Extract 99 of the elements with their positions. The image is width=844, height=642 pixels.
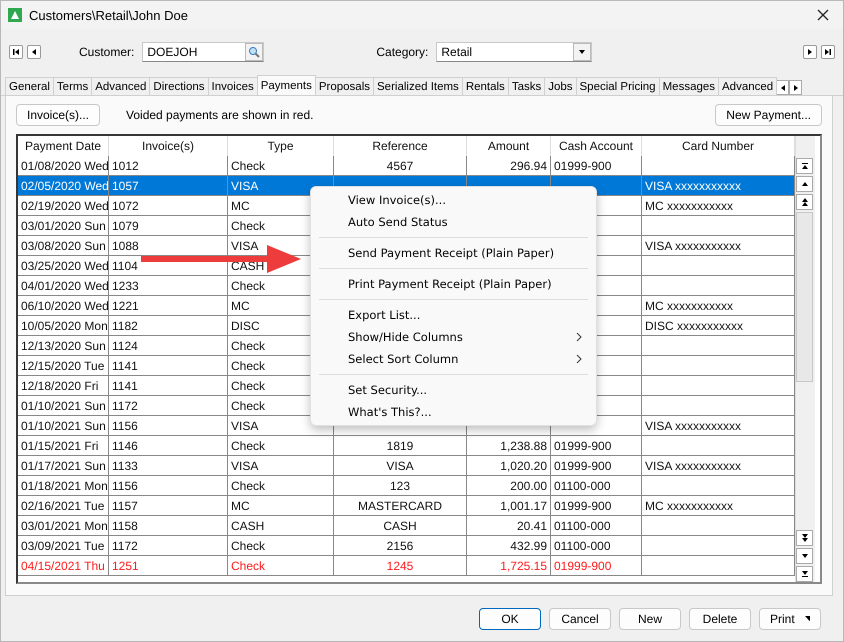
invoice-cell: 1233 [112,278,139,292]
date-cell: 03/08/2020 Sun [21,238,106,252]
reference-cell: VISA [386,458,414,472]
date-cell: 02/16/2021 Tue [21,498,104,512]
type-cell: Check [231,438,266,452]
reference-cell: 4567 [386,158,414,172]
invoice-cell: 1133 [112,458,138,472]
account-cell: 01100-000 [554,518,610,532]
amount-cell: 1,001.17 [500,498,547,512]
date-cell: 02/05/2020 Wed [21,178,108,192]
reference-cell: 1819 [386,438,414,452]
invoice-cell: 1079 [112,218,139,232]
card-number-cell: VISA xxxxxxxxxxx [645,418,742,432]
amount-cell: 1,238.88 [500,438,547,452]
amount-cell: 200.00 [510,478,547,492]
amount-cell: 1,725.15 [500,558,547,572]
date-cell: 01/18/2021 Mon [21,478,108,492]
date-cell: 06/10/2020 Wed [21,298,108,312]
date-cell: 01/17/2021 Sun [21,458,106,472]
date-cell: 04/01/2020 Wed [21,278,108,292]
date-cell: 12/15/2020 Tue [21,358,104,372]
type-cell: Check [231,398,266,412]
card-number-cell: DISC xxxxxxxxxxx [645,318,744,332]
date-cell: 03/25/2020 Wed [21,258,108,272]
customer-label: Customer: [79,45,134,59]
date-cell: 04/15/2021 Thu [21,558,105,572]
type-cell: Check [231,378,266,392]
invoice-cell: 1157 [112,498,138,512]
account-cell: 01999-900 [554,458,612,472]
date-cell: 03/09/2021 Tue [21,538,104,552]
type-cell: CASH [231,518,264,532]
window-title: Customers\Retail\John Doe [29,8,189,22]
type-cell: Check [231,218,266,232]
invoice-cell: 1012 [112,158,139,172]
voided-note: Voided payments are shown in red. [126,108,314,122]
type-cell: Check [231,278,266,292]
reference-cell: MASTERCARD [358,498,442,512]
type-cell: VISA [231,418,258,432]
account-cell: 01100-000 [554,538,610,552]
invoice-cell: 1251 [112,558,139,572]
type-cell: VISA [231,458,258,472]
account-cell: 01999-900 [554,498,612,512]
account-cell: 01999-900 [554,558,612,572]
type-cell: Check [231,538,266,552]
invoice-cell: 1156 [112,418,138,432]
type-cell: MC [231,198,250,212]
reference-cell: 1245 [386,558,414,572]
type-cell: VISA [231,238,258,252]
invoice-cell: 1104 [112,258,138,272]
type-cell: MC [231,298,250,312]
invoice-cell: 1156 [112,478,138,492]
invoice-cell: 1221 [112,298,139,312]
account-cell: 01999-900 [554,158,612,172]
type-cell: Check [231,158,266,172]
invoice-cell: 1141 [112,378,138,392]
invoice-cell: 1172 [112,398,138,412]
date-cell: 01/08/2020 Wed [21,158,108,172]
category-label: Category: [376,45,428,59]
card-number-cell: VISA xxxxxxxxxxx [645,458,742,472]
type-cell: Check [231,478,266,492]
reference-cell: CASH [383,518,417,532]
invoice-cell: 1172 [112,538,138,552]
type-cell: MC [231,498,250,512]
invoice-cell: 1057 [112,178,139,192]
date-cell: 03/01/2021 Mon [21,518,108,532]
date-cell: 01/10/2021 Sun [21,418,106,432]
invoice-cell: 1146 [112,438,138,452]
amount-cell: 296.94 [510,158,547,172]
type-cell: Check [231,358,266,372]
card-number-cell: VISA xxxxxxxxxxx [645,178,742,192]
date-cell: 03/01/2020 Sun [21,218,106,232]
card-number-cell: VISA xxxxxxxxxxx [645,238,742,252]
type-cell: VISA [231,178,258,192]
date-cell: 02/19/2020 Wed [21,198,108,212]
card-number-cell: MC xxxxxxxxxxx [645,298,733,312]
type-cell: DISC [231,318,260,332]
type-cell: Check [231,558,266,572]
date-cell: 10/05/2020 Mon [21,318,108,332]
card-number-cell: MC xxxxxxxxxxx [645,498,733,512]
card-number-cell: MC xxxxxxxxxxx [645,198,733,212]
date-cell: 01/15/2021 Fri [21,438,98,452]
invoice-cell: 1072 [112,198,139,212]
account-cell: 01100-000 [554,478,610,492]
type-cell: CASH [231,258,264,272]
invoice-cell: 1141 [112,358,138,372]
invoice-cell: 1182 [112,318,138,332]
reference-cell: 123 [390,478,410,492]
type-cell: Check [231,338,266,352]
amount-cell: 1,020.20 [500,458,547,472]
invoice-cell: 1158 [112,518,138,532]
date-cell: 01/10/2021 Sun [21,398,106,412]
invoice-cell: 1124 [112,338,138,352]
account-cell: 01999-900 [554,438,612,452]
date-cell: 12/13/2020 Sun [21,338,106,352]
invoice-cell: 1088 [112,238,139,252]
reference-cell: 2156 [386,538,414,552]
date-cell: 12/18/2020 Fri [21,378,98,392]
amount-cell: 20.41 [516,518,547,532]
amount-cell: 432.99 [510,538,547,552]
